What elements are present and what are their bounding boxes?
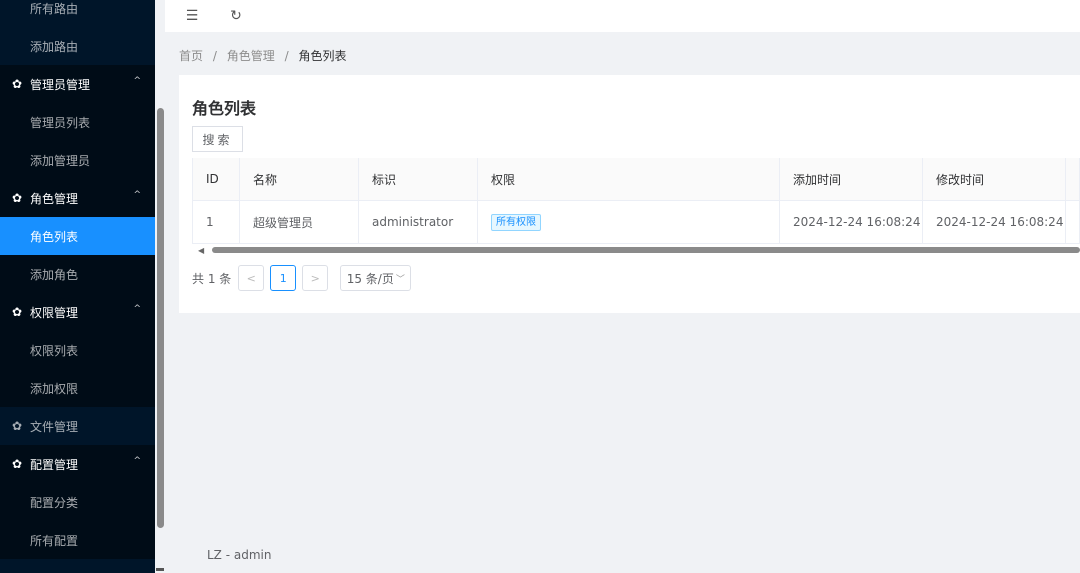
sidebar-item-role-list[interactable]: 角色列表 xyxy=(0,217,155,255)
cell-name: 超级管理员 xyxy=(240,201,359,243)
sidebar-group-label: 文件管理 xyxy=(30,419,79,434)
content-card: 角色列表 搜索 ID 名称 标识 权限 添加时间 修改时间 1 超级管理员 ad… xyxy=(179,75,1080,313)
page-size-value: 15 条/页 xyxy=(346,271,394,286)
pagination-total: 共 1 条 xyxy=(192,271,232,286)
prev-page-button[interactable]: < xyxy=(238,265,265,291)
sidebar-group-file[interactable]: ✿ 文件管理 xyxy=(0,407,155,445)
sidebar-item-admin-list[interactable]: 管理员列表 xyxy=(0,103,155,141)
sidebar-item-add-permission[interactable]: 添加权限 xyxy=(0,369,155,407)
sidebar-group-admin[interactable]: ✿ 管理员管理 ^ xyxy=(0,65,155,103)
breadcrumb-separator: / xyxy=(284,49,289,63)
sidebar-group-role[interactable]: ✿ 角色管理 ^ xyxy=(0,179,155,217)
table-header-row: ID 名称 标识 权限 添加时间 修改时间 xyxy=(192,158,1080,201)
sidebar-group-config[interactable]: ✿ 配置管理 ^ xyxy=(0,445,155,483)
footer-text: LZ - admin xyxy=(207,548,272,562)
submenu-config: 配置分类 所有配置 xyxy=(0,483,155,559)
sidebar-item-add-role[interactable]: 添加角色 xyxy=(0,255,155,293)
cell-id: 1 xyxy=(192,201,240,243)
cell-permission: 所有权限 xyxy=(478,201,780,243)
chevron-down-icon: ﹀ xyxy=(395,274,405,285)
breadcrumb-home[interactable]: 首页 xyxy=(179,49,203,63)
collapse-menu-icon[interactable]: ☰ xyxy=(170,8,214,24)
sidebar-group-label: 管理员管理 xyxy=(30,77,91,92)
scroll-left-icon[interactable]: ◀ xyxy=(198,246,204,255)
sidebar-item-permission-list[interactable]: 权限列表 xyxy=(0,331,155,369)
submenu-role: 角色列表 添加角色 xyxy=(0,217,155,293)
gear-icon: ✿ xyxy=(12,305,23,319)
cell-updated: 2024-12-24 16:08:24 xyxy=(923,201,1066,243)
page-number-button[interactable]: 1 xyxy=(270,265,297,291)
pagination: 共 1 条 < 1 > 15 条/页 ﹀ xyxy=(192,265,412,291)
chevron-up-icon: ^ xyxy=(133,456,141,466)
gear-icon: ✿ xyxy=(12,77,23,91)
sidebar-scrollbar-thumb[interactable] xyxy=(157,108,164,528)
column-header-mark[interactable]: 标识 xyxy=(359,158,478,200)
next-page-button[interactable]: > xyxy=(302,265,329,291)
table-row[interactable]: 1 超级管理员 administrator 所有权限 2024-12-24 16… xyxy=(192,201,1080,244)
page-title: 角色列表 xyxy=(192,99,257,118)
page-size-select[interactable]: 15 条/页 ﹀ xyxy=(340,265,412,291)
submenu-permission: 权限列表 添加权限 xyxy=(0,331,155,407)
sidebar: 所有路由 添加路由 ✿ 管理员管理 ^ 管理员列表 添加管理员 ✿ 角色管理 ^… xyxy=(0,0,155,573)
sidebar-group-label: 角色管理 xyxy=(30,191,79,206)
column-header-permission[interactable]: 权限 xyxy=(478,158,780,200)
breadcrumb-role-management[interactable]: 角色管理 xyxy=(227,49,275,63)
column-header-updated[interactable]: 修改时间 xyxy=(923,158,1066,200)
top-header: ☰ ↻ xyxy=(165,0,1080,32)
submenu-admin: 管理员列表 添加管理员 xyxy=(0,103,155,179)
chevron-up-icon: ^ xyxy=(133,304,141,314)
cell-mark: administrator xyxy=(359,201,478,243)
sidebar-group-permission[interactable]: ✿ 权限管理 ^ xyxy=(0,293,155,331)
breadcrumb: 首页 / 角色管理 / 角色列表 xyxy=(179,47,346,64)
roles-table: ID 名称 标识 权限 添加时间 修改时间 1 超级管理员 administra… xyxy=(192,158,1080,244)
breadcrumb-separator: / xyxy=(212,49,217,63)
sidebar-group-label: 权限管理 xyxy=(30,305,79,320)
sidebar-item-add-route[interactable]: 添加路由 xyxy=(0,27,155,65)
search-button[interactable]: 搜索 xyxy=(192,126,243,152)
column-header-name[interactable]: 名称 xyxy=(240,158,359,200)
table-scrollbar-thumb[interactable] xyxy=(212,247,1080,253)
sidebar-item-config-category[interactable]: 配置分类 xyxy=(0,483,155,521)
column-header-id[interactable]: ID xyxy=(192,158,240,200)
refresh-icon[interactable]: ↻ xyxy=(214,8,258,24)
cell-created: 2024-12-24 16:08:24 xyxy=(780,201,923,243)
sidebar-item-add-admin[interactable]: 添加管理员 xyxy=(0,141,155,179)
table-horizontal-scrollbar[interactable]: ◀ xyxy=(192,245,1080,255)
cell-overflow xyxy=(1066,201,1080,243)
sidebar-group-label: 配置管理 xyxy=(30,457,79,472)
sidebar-item-all-config[interactable]: 所有配置 xyxy=(0,521,155,559)
column-header-created[interactable]: 添加时间 xyxy=(780,158,923,200)
breadcrumb-current: 角色列表 xyxy=(298,49,347,63)
sidebar-item-all-routes[interactable]: 所有路由 xyxy=(0,0,155,27)
chevron-up-icon: ^ xyxy=(133,76,141,86)
sidebar-scrollbar-end xyxy=(156,568,164,571)
chevron-up-icon: ^ xyxy=(133,190,141,200)
permission-tag: 所有权限 xyxy=(491,213,541,231)
gear-icon: ✿ xyxy=(12,419,23,433)
gear-icon: ✿ xyxy=(12,457,23,471)
column-header-overflow xyxy=(1066,158,1080,200)
gear-icon: ✿ xyxy=(12,191,23,205)
